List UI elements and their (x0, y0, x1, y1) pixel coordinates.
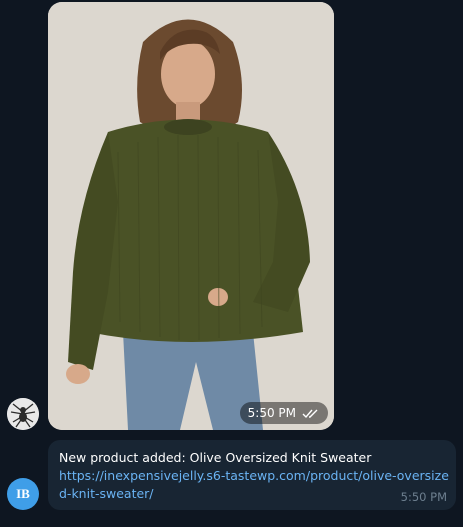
product-photo[interactable] (48, 2, 334, 430)
photo-message[interactable]: 5:50 PM (48, 2, 334, 430)
message-text: New product added: Olive Oversized Knit … (59, 450, 372, 465)
double-check-icon (302, 408, 320, 419)
photo-timestamp: 5:50 PM (239, 402, 328, 424)
avatar-initials: IB (16, 486, 30, 501)
spider-avatar-icon[interactable] (7, 398, 39, 430)
product-link[interactable]: https://inexpensivejelly.s6-tastewp.com/… (59, 467, 454, 503)
message-time: 5:50 PM (400, 490, 447, 504)
chat-view: 5:50 PM New product added: Olive Oversiz… (0, 0, 463, 527)
text-message[interactable]: New product added: Olive Oversized Knit … (48, 440, 456, 510)
user-avatar[interactable]: IB (7, 478, 39, 510)
photo-time: 5:50 PM (247, 406, 296, 420)
